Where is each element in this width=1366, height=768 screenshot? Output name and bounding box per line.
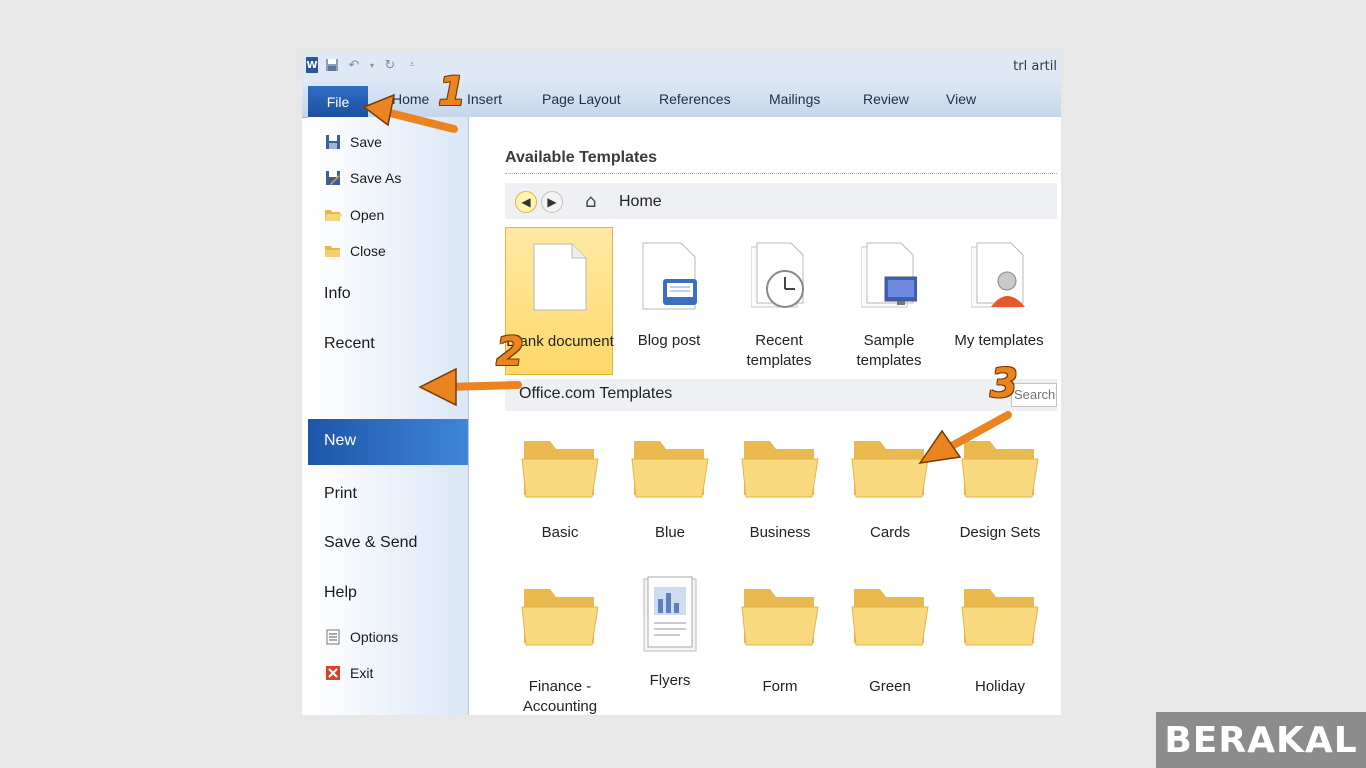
forward-arrow-icon[interactable]: ▶ (541, 191, 563, 213)
template-sample-templates[interactable]: Sample templates (835, 227, 943, 375)
backstage-exit[interactable]: Exit (324, 664, 373, 682)
category-business[interactable]: Business (725, 435, 835, 545)
available-templates-heading: Available Templates (505, 149, 658, 166)
category-label: Holiday (974, 678, 1026, 695)
backstage-recent[interactable]: Recent (324, 335, 375, 353)
backstage-exit-label: Exit (350, 665, 374, 681)
category-label: Flyers (649, 672, 691, 689)
category-finance-accounting[interactable]: Finance - Accounting (505, 583, 615, 715)
folder-icon (741, 441, 819, 498)
backstage-save-as-label: Save As (350, 170, 402, 186)
template-recent-templates[interactable]: Recent templates (725, 227, 833, 375)
office-templates-bar: Office.com Templates (505, 379, 1057, 411)
category-flyers[interactable]: Flyers (615, 575, 725, 689)
backstage-options[interactable]: Options (324, 628, 398, 646)
options-icon (324, 628, 342, 646)
folder-icon (741, 589, 819, 646)
back-arrow-icon[interactable]: ◀ (515, 191, 537, 213)
folder-icon (521, 441, 599, 498)
tab-mailings[interactable]: Mailings (769, 91, 820, 107)
backstage-options-label: Options (350, 629, 399, 645)
save-icon (324, 133, 342, 151)
open-folder-icon (324, 206, 342, 224)
template-navigation-bar: ◀ ▶ ⌂ Home (505, 183, 1057, 219)
template-search-input[interactable] (1012, 384, 1056, 405)
category-label: Green (869, 678, 911, 695)
berakal-watermark: BERAKAL (1156, 712, 1366, 768)
category-label: Blue (654, 524, 686, 541)
undo-dropdown-icon[interactable]: ▾ (368, 57, 376, 73)
undo-icon[interactable]: ↶ (346, 57, 362, 73)
save-icon[interactable] (324, 57, 340, 73)
word-window: W ↶ ▾ ↻ ⩡ trl artil File Home Insert Pag… (302, 51, 1061, 715)
category-label: Cards (869, 524, 910, 541)
save-as-icon (324, 169, 342, 187)
document-title: trl artil (1013, 59, 1057, 74)
category-label: Basic (541, 524, 579, 541)
quick-access-toolbar: W ↶ ▾ ↻ ⩡ (306, 57, 420, 73)
category-holiday[interactable]: Holiday (945, 583, 1055, 695)
close-folder-icon (324, 242, 342, 260)
category-label: Business (749, 524, 811, 541)
blank-document-icon (533, 243, 587, 311)
template-label: Recent templates (746, 332, 812, 369)
backstage-save-send[interactable]: Save & Send (324, 534, 417, 552)
backstage-help[interactable]: Help (324, 584, 357, 602)
exit-icon (324, 664, 342, 682)
redo-icon[interactable]: ↻ (382, 57, 398, 73)
flyer-document-icon (643, 576, 697, 652)
folder-icon (961, 589, 1039, 646)
tab-page-layout[interactable]: Page Layout (542, 91, 621, 107)
home-icon[interactable]: ⌂ (585, 191, 596, 212)
template-blog-post[interactable]: Blog post (615, 227, 723, 375)
category-label: Design Sets (959, 524, 1041, 541)
step-2-number: 2 (496, 329, 524, 375)
template-label: Sample templates (856, 332, 922, 369)
backstage-open[interactable]: Open (324, 206, 384, 224)
title-bar: W ↶ ▾ ↻ ⩡ trl artil (302, 51, 1061, 81)
tab-review[interactable]: Review (863, 91, 909, 107)
nav-home-label[interactable]: Home (619, 193, 662, 211)
folder-icon (521, 589, 599, 646)
folder-icon (851, 589, 929, 646)
template-my-templates[interactable]: My templates (945, 227, 1053, 375)
category-label: Finance - Accounting (522, 678, 598, 715)
blog-post-icon (642, 242, 697, 310)
category-green[interactable]: Green (835, 583, 945, 695)
tab-view[interactable]: View (946, 91, 976, 107)
customize-toolbar-icon[interactable]: ⩡ (404, 57, 420, 73)
step-3-number: 3 (990, 361, 1018, 407)
backstage-new-label: New (324, 432, 357, 449)
backstage-print[interactable]: Print (324, 485, 357, 503)
my-templates-icon (971, 242, 1025, 308)
tab-references[interactable]: References (659, 91, 731, 107)
word-logo-icon: W (306, 57, 318, 73)
step-3-arrow (918, 411, 1012, 464)
category-label: Form (762, 678, 798, 695)
backstage-save-as[interactable]: Save As (324, 169, 401, 187)
backstage-close[interactable]: Close (324, 242, 386, 260)
category-blue[interactable]: Blue (615, 435, 725, 545)
sample-templates-icon (861, 242, 917, 308)
backstage-new[interactable]: New (308, 419, 468, 465)
backstage-info[interactable]: Info (324, 285, 351, 303)
office-templates-heading: Office.com Templates (519, 385, 673, 402)
backstage-close-label: Close (350, 243, 386, 259)
folder-icon (631, 441, 709, 498)
category-basic[interactable]: Basic (505, 435, 615, 545)
heading-divider (505, 173, 1057, 174)
backstage-sidebar: Save Save As Open Close Info Recent New … (308, 117, 469, 715)
step-1-number: 1 (438, 69, 466, 115)
backstage-open-label: Open (350, 207, 385, 223)
template-label: My templates (954, 332, 1044, 349)
tab-insert[interactable]: Insert (467, 91, 502, 107)
template-label: Blog post (637, 332, 701, 349)
recent-templates-icon (751, 242, 804, 308)
category-form[interactable]: Form (725, 583, 835, 695)
